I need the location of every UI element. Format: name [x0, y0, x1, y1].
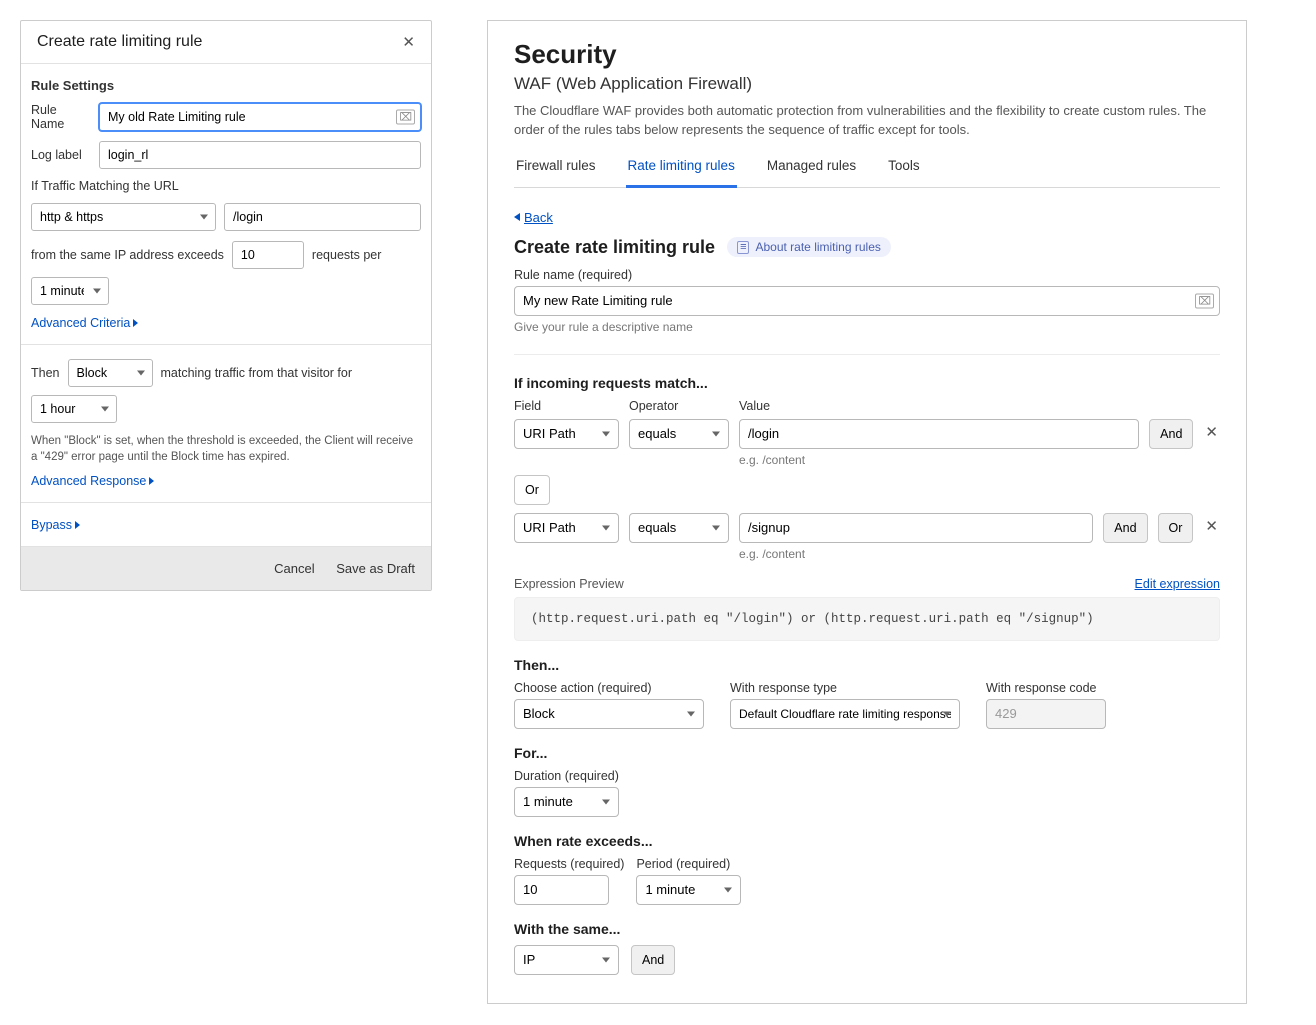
- value-hint: e.g. /content: [739, 547, 1093, 561]
- choose-action-label: Choose action (required): [514, 681, 704, 695]
- rule-name-label: Rule name (required): [514, 268, 1220, 282]
- block-hint-text: When "Block" is set, when the threshold …: [31, 433, 421, 465]
- close-icon[interactable]: ✕: [402, 33, 415, 51]
- page-subtitle: WAF (Web Application Firewall): [514, 74, 1220, 94]
- value-input[interactable]: [739, 513, 1093, 543]
- response-code-input: [986, 699, 1106, 729]
- tab-rate-limiting-rules[interactable]: Rate limiting rules: [626, 150, 737, 188]
- old-modal-title: Create rate limiting rule: [37, 33, 202, 51]
- rule-name-hint: Give your rule a descriptive name: [514, 320, 1220, 334]
- period-select[interactable]: [31, 277, 109, 305]
- duration-label: Duration (required): [514, 769, 1220, 783]
- caret-right-icon: [133, 319, 138, 327]
- waf-tabs: Firewall rules Rate limiting rules Manag…: [514, 150, 1220, 188]
- duration-select[interactable]: [31, 395, 117, 423]
- page-description: The Cloudflare WAF provides both automat…: [514, 102, 1220, 140]
- old-footer: Cancel Save as Draft: [21, 547, 431, 590]
- new-rule-name-input[interactable]: [514, 286, 1220, 316]
- tab-tools[interactable]: Tools: [886, 150, 922, 187]
- page-title: Security: [514, 39, 1220, 70]
- rule-settings-heading: Rule Settings: [31, 78, 421, 93]
- response-code-label: With response code: [986, 681, 1106, 695]
- then-label: Then: [31, 366, 60, 380]
- requests-per-label: requests per: [312, 248, 381, 262]
- old-rate-limit-modal: Create rate limiting rule ✕ Rule Setting…: [20, 20, 432, 591]
- value-hint: e.g. /content: [739, 453, 1139, 467]
- same-heading: With the same...: [514, 921, 1220, 937]
- edit-expression-link[interactable]: Edit expression: [1135, 577, 1220, 591]
- field-select[interactable]: [514, 419, 619, 449]
- response-type-label: With response type: [730, 681, 960, 695]
- and-button[interactable]: And: [1103, 513, 1147, 543]
- bypass-link[interactable]: Bypass: [31, 518, 80, 532]
- create-rule-title: Create rate limiting rule: [514, 237, 715, 258]
- expression-preview: (http.request.uri.path eq "/login") or (…: [514, 597, 1220, 641]
- from-same-label: from the same IP address exceeds: [31, 248, 224, 262]
- request-count-input[interactable]: [232, 241, 304, 269]
- arrow-left-icon: [514, 213, 520, 221]
- or-button[interactable]: Or: [1158, 513, 1194, 543]
- same-select[interactable]: [514, 945, 619, 975]
- field-select[interactable]: [514, 513, 619, 543]
- path-input[interactable]: [224, 203, 421, 231]
- back-link[interactable]: Back: [514, 210, 553, 225]
- period-label: Period (required): [636, 857, 741, 871]
- and-button[interactable]: And: [631, 945, 675, 975]
- period-select[interactable]: [636, 875, 741, 905]
- value-input[interactable]: [739, 419, 1139, 449]
- waf-page: Security WAF (Web Application Firewall) …: [487, 20, 1247, 1004]
- name-slot-icon: ⌧: [396, 110, 415, 125]
- value-header: Value: [739, 399, 1220, 413]
- incoming-match-heading: If incoming requests match...: [514, 375, 1220, 391]
- remove-row-icon[interactable]: ✕: [1203, 513, 1220, 539]
- rate-heading: When rate exceeds...: [514, 833, 1220, 849]
- field-header: Field: [514, 399, 619, 413]
- save-draft-button[interactable]: Save as Draft: [336, 561, 415, 576]
- action-select[interactable]: [514, 699, 704, 729]
- caret-right-icon: [149, 477, 154, 485]
- operator-select[interactable]: [629, 419, 729, 449]
- operator-header: Operator: [629, 399, 729, 413]
- requests-label: Requests (required): [514, 857, 624, 871]
- expression-preview-label: Expression Preview: [514, 577, 624, 591]
- and-button[interactable]: And: [1149, 419, 1193, 449]
- scheme-select[interactable]: [31, 203, 216, 231]
- rule-name-label: Rule Name: [31, 103, 91, 131]
- matching-for-label: matching traffic from that visitor for: [161, 366, 353, 380]
- advanced-response-link[interactable]: Advanced Response: [31, 474, 154, 488]
- condition-row: e.g. /content And Or ✕: [514, 513, 1220, 561]
- action-select[interactable]: [68, 359, 153, 387]
- cancel-button[interactable]: Cancel: [274, 561, 314, 576]
- operator-select[interactable]: [629, 513, 729, 543]
- for-heading: For...: [514, 745, 1220, 761]
- traffic-match-label: If Traffic Matching the URL: [31, 179, 179, 193]
- condition-row: e.g. /content And ✕: [514, 419, 1220, 467]
- tab-firewall-rules[interactable]: Firewall rules: [514, 150, 598, 187]
- about-rate-limiting-tag[interactable]: About rate limiting rules: [727, 237, 891, 257]
- name-slot-icon: ⌧: [1195, 293, 1214, 308]
- then-heading: Then...: [514, 657, 1220, 673]
- response-type-select[interactable]: [730, 699, 960, 729]
- log-label-input[interactable]: [99, 141, 421, 169]
- caret-right-icon: [75, 521, 80, 529]
- requests-input[interactable]: [514, 875, 609, 905]
- advanced-criteria-link[interactable]: Advanced Criteria: [31, 316, 138, 330]
- tab-managed-rules[interactable]: Managed rules: [765, 150, 858, 187]
- duration-select[interactable]: [514, 787, 619, 817]
- rule-name-input[interactable]: [99, 103, 421, 131]
- or-button[interactable]: Or: [514, 475, 550, 505]
- log-label-label: Log label: [31, 148, 91, 162]
- remove-row-icon[interactable]: ✕: [1203, 419, 1220, 445]
